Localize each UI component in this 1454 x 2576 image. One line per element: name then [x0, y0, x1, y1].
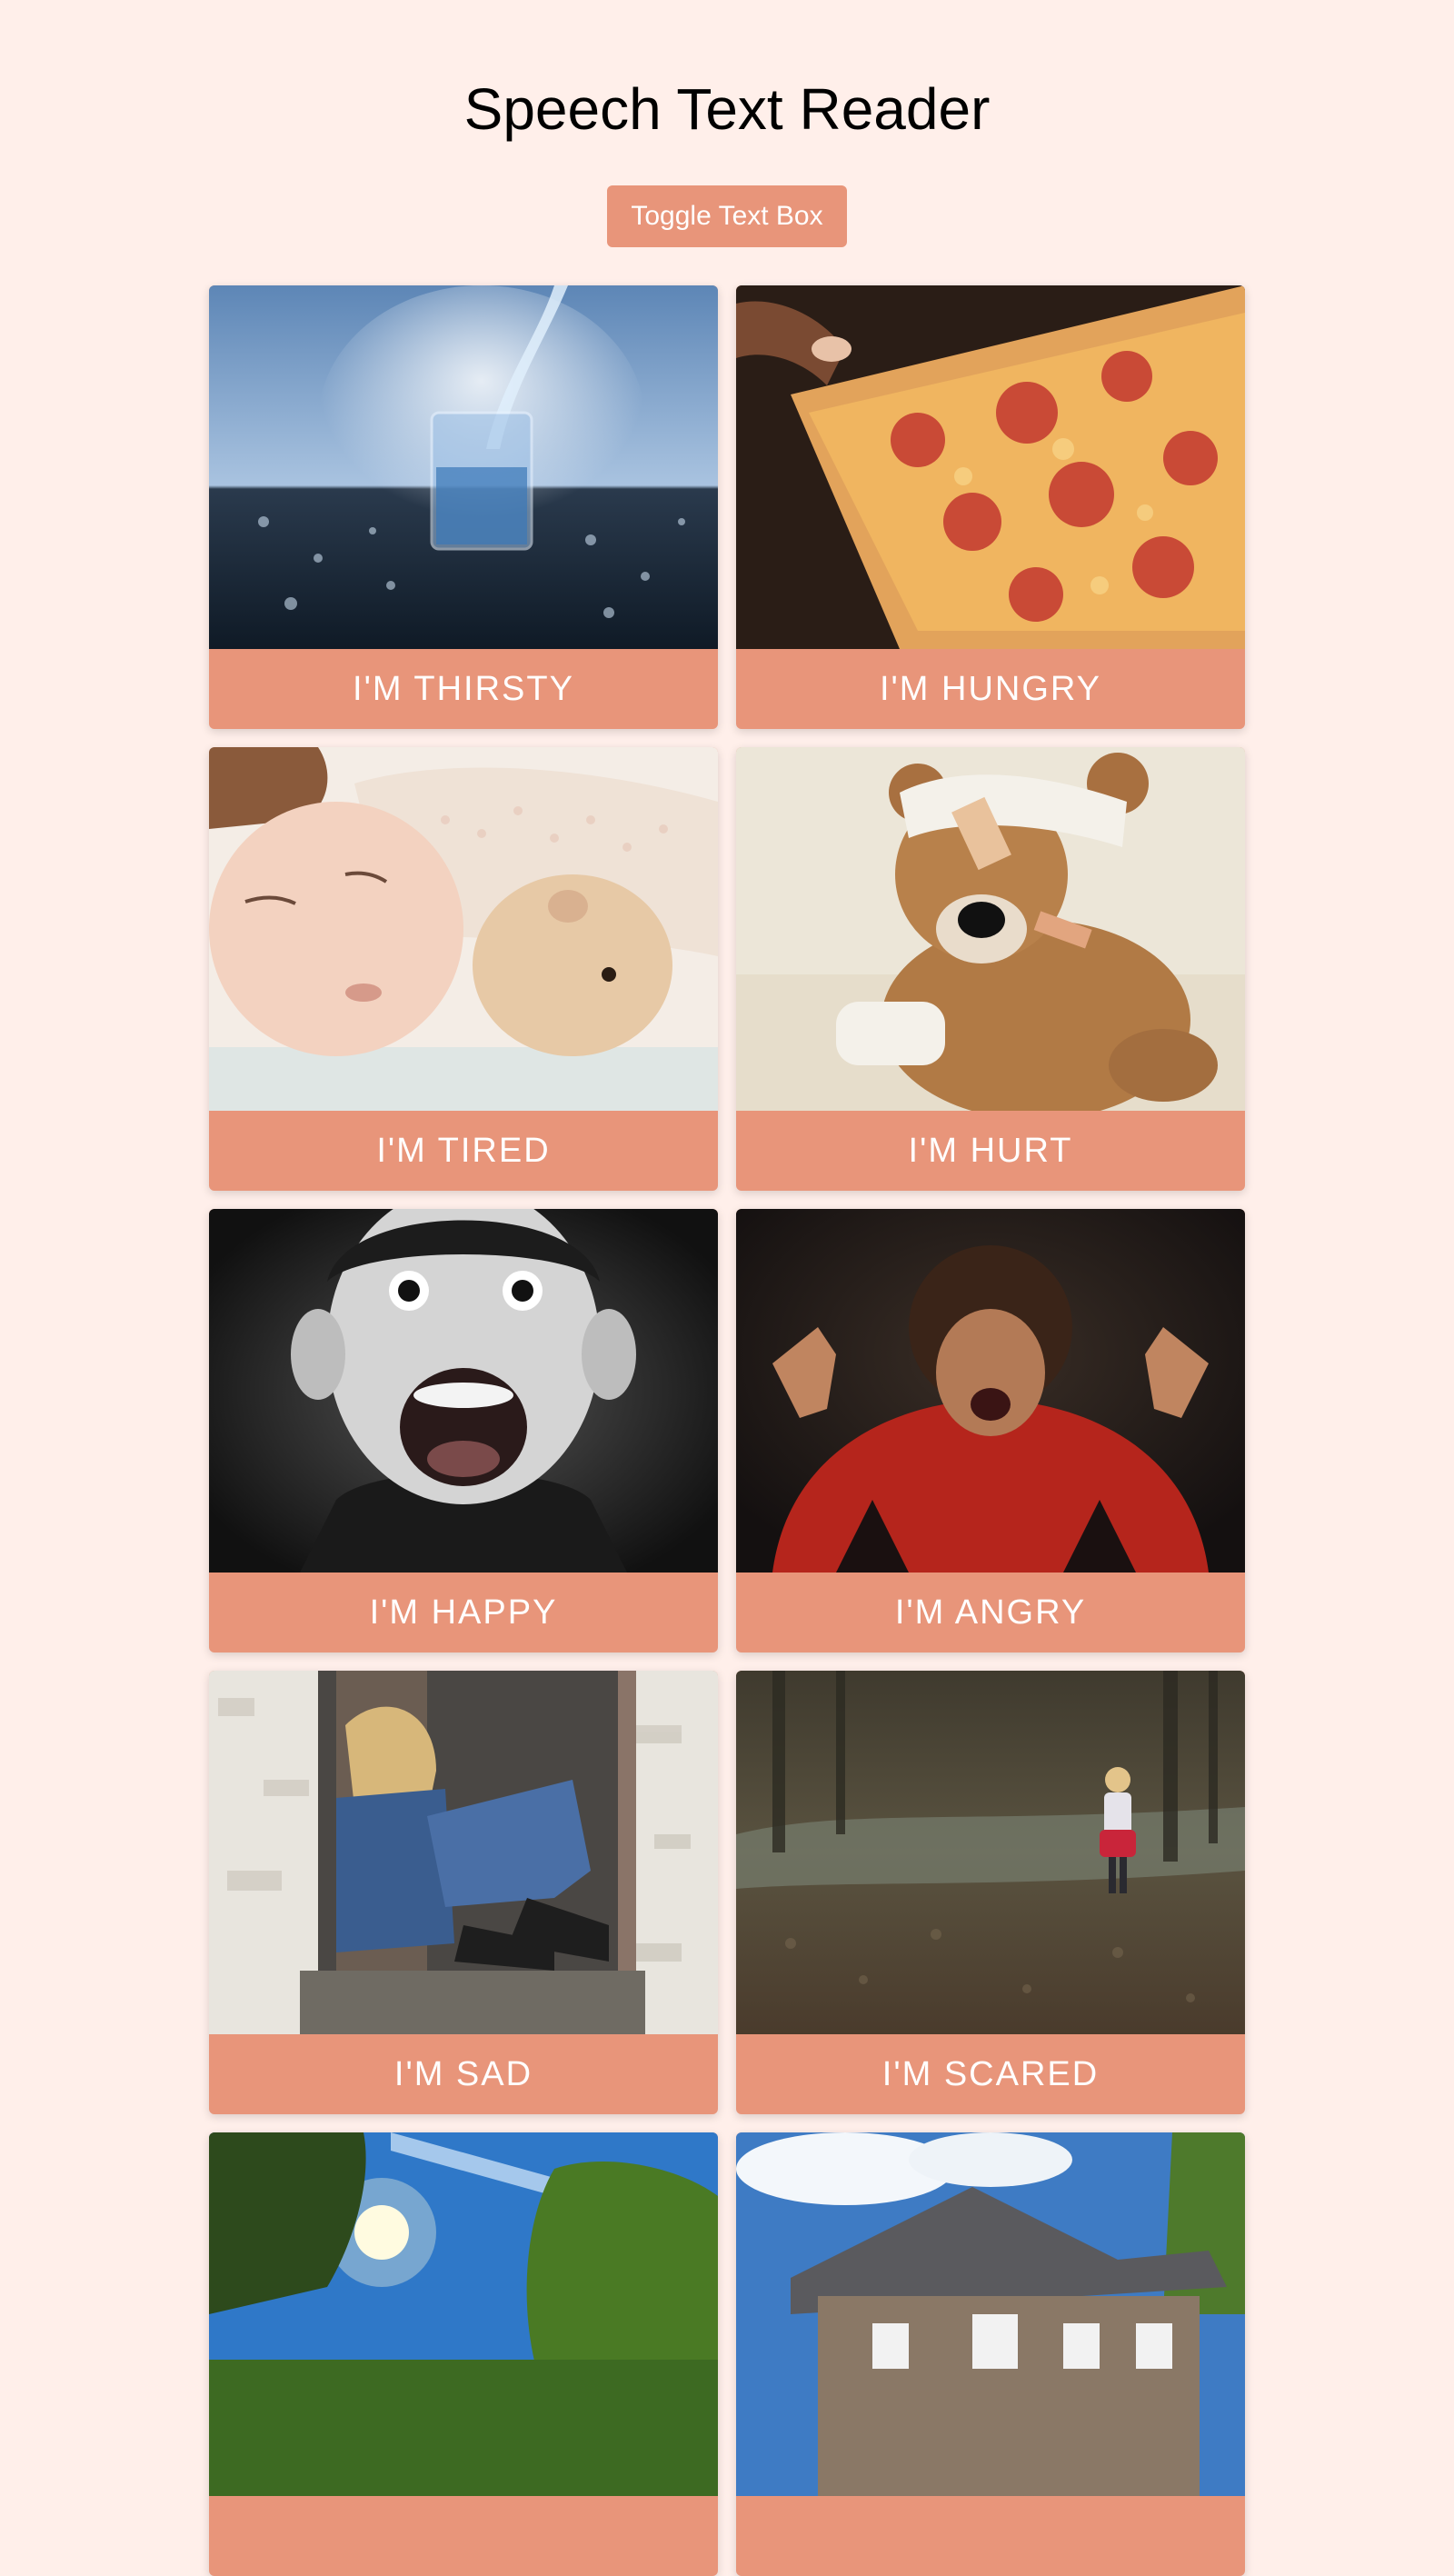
card-label: I'M TIRED — [376, 1131, 551, 1170]
card-label: I'M SCARED — [881, 2054, 1100, 2093]
card-grid: I'M THIRSTY I'M HUNGRY I'M TIRED I'M HUR… — [209, 285, 1245, 2576]
card-label: I'M ANGRY — [894, 1593, 1087, 1632]
card-park[interactable] — [209, 2132, 718, 2576]
sunny-park-trees-image — [209, 2132, 718, 2496]
card-angry[interactable]: I'M ANGRY — [736, 1209, 1245, 1652]
card-label: I'M THIRSTY — [353, 669, 574, 708]
glass-of-water-image — [209, 285, 718, 649]
page-title: Speech Text Reader — [463, 76, 991, 142]
card-label: I'M HUNGRY — [879, 669, 1101, 708]
pizza-slice-image — [736, 285, 1245, 649]
card-scared[interactable]: I'M SCARED — [736, 1671, 1245, 2114]
card-house[interactable] — [736, 2132, 1245, 2576]
card-sad[interactable]: I'M SAD — [209, 1671, 718, 2114]
card-label: I'M HAPPY — [369, 1593, 558, 1632]
bandaged-teddy-bear-image — [736, 747, 1245, 1111]
card-label: I'M SAD — [393, 2054, 533, 2093]
excited-boy-image — [209, 1209, 718, 1573]
child-in-forest-image — [736, 1671, 1245, 2034]
page: Speech Text Reader Toggle Text Box I'M T… — [0, 0, 1454, 2576]
toggle-text-box-button[interactable]: Toggle Text Box — [607, 185, 847, 247]
card-hungry[interactable]: I'M HUNGRY — [736, 285, 1245, 729]
angry-child-image — [736, 1209, 1245, 1573]
card-label — [736, 2496, 1245, 2576]
card-thirsty[interactable]: I'M THIRSTY — [209, 285, 718, 729]
card-tired[interactable]: I'M TIRED — [209, 747, 718, 1191]
card-label — [209, 2496, 718, 2576]
sad-child-in-doorway-image — [209, 1671, 718, 2034]
sleeping-child-image — [209, 747, 718, 1111]
card-label: I'M HURT — [908, 1131, 1073, 1170]
card-happy[interactable]: I'M HAPPY — [209, 1209, 718, 1652]
house-image — [736, 2132, 1245, 2496]
card-hurt[interactable]: I'M HURT — [736, 747, 1245, 1191]
